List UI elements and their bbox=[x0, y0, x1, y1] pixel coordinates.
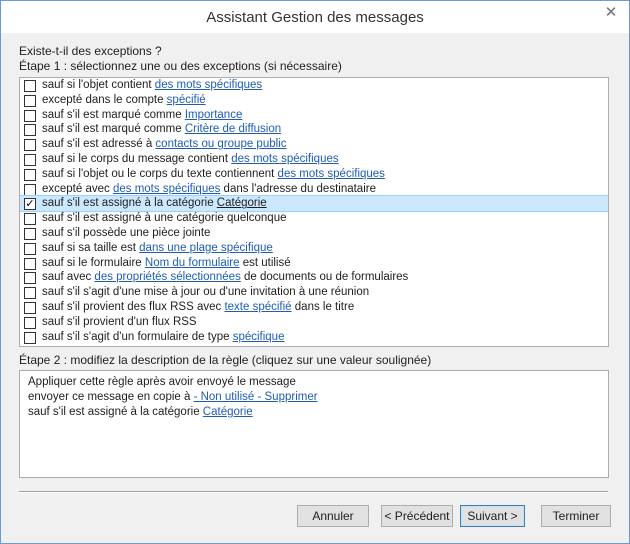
exception-checkbox[interactable] bbox=[24, 183, 36, 196]
exception-text: sauf s'il est marqué comme bbox=[42, 123, 185, 136]
exception-text-suffix: dans l'adresse du destinataire bbox=[220, 182, 376, 195]
exception-text: sauf si le corps du message contient bbox=[42, 152, 232, 165]
exception-row[interactable]: sauf s'il possède une pièce jointe bbox=[20, 226, 608, 241]
exception-row[interactable]: sauf si sa taille est dans une plage spé… bbox=[20, 241, 608, 256]
exception-text: sauf s'il s'agit d'un formulaire de type bbox=[42, 330, 233, 343]
exception-checkbox[interactable] bbox=[24, 331, 36, 344]
exception-text: sauf s'il s'agit d'une mise à jour ou d'… bbox=[42, 286, 370, 299]
exception-text: sauf s'il possède une pièce jointe bbox=[42, 226, 211, 239]
exception-value-link[interactable]: dans une plage spécifique bbox=[139, 242, 273, 254]
exception-row[interactable]: sauf si l'objet contient des mots spécif… bbox=[20, 78, 608, 93]
exceptions-question: Existe-t-il des exceptions ? bbox=[19, 44, 162, 58]
exception-value-link[interactable]: spécifique bbox=[233, 331, 285, 343]
step1-label: Étape 1 : sélectionnez une ou des except… bbox=[19, 59, 342, 73]
exception-text-suffix: est utilisé bbox=[239, 256, 291, 269]
description-line-3: sauf s'il est assigné à la catégorie Cat… bbox=[28, 406, 253, 418]
exception-checkbox[interactable] bbox=[24, 257, 36, 270]
exception-text: sauf s'il est adressé à bbox=[42, 138, 156, 151]
rules-wizard-window: Assistant Gestion des messages ✕ Existe-… bbox=[0, 0, 630, 544]
exception-text: sauf s'il provient d'un flux RSS bbox=[42, 315, 197, 328]
step2-label: Étape 2 : modifiez la description de la … bbox=[19, 353, 432, 367]
exception-row[interactable]: sauf s'il s'agit d'un formulaire de type… bbox=[20, 330, 608, 345]
remove-cc-link[interactable]: - Non utilisé - Supprimer bbox=[194, 391, 318, 403]
exception-row[interactable]: excepté dans le compte spécifié bbox=[20, 93, 608, 108]
exception-text: sauf si sa taille est bbox=[42, 241, 140, 254]
exception-row[interactable]: sauf s'il est marqué comme Importance bbox=[20, 108, 608, 123]
exception-text: sauf avec bbox=[42, 271, 95, 284]
exception-value-link[interactable]: spécifié bbox=[167, 94, 206, 106]
exception-checkbox[interactable] bbox=[24, 168, 36, 181]
exceptions-list[interactable]: sauf si l'objet contient des mots spécif… bbox=[19, 77, 609, 347]
description-line-2-text: envoyer ce message en copie à bbox=[28, 391, 194, 403]
exception-text: sauf si le formulaire bbox=[42, 256, 145, 269]
exception-value-link[interactable]: des mots spécifiques bbox=[113, 183, 220, 195]
exception-checkbox[interactable] bbox=[24, 124, 36, 137]
rule-description-box: Appliquer cette règle après avoir envoyé… bbox=[19, 370, 609, 478]
exception-value-link[interactable]: Nom du formulaire bbox=[145, 257, 240, 269]
exception-row[interactable]: ✓ sauf s'il est assigné à la catégorie Ca… bbox=[20, 195, 608, 213]
finish-button[interactable]: Terminer bbox=[541, 505, 611, 527]
exception-value-link[interactable]: Importance bbox=[185, 109, 243, 121]
description-line-2: envoyer ce message en copie à - Non util… bbox=[28, 391, 318, 403]
exception-checkbox[interactable] bbox=[24, 272, 36, 285]
exception-checkbox[interactable] bbox=[24, 153, 36, 166]
close-icon[interactable]: ✕ bbox=[599, 3, 623, 23]
description-line-3-text: sauf s'il est assigné à la catégorie bbox=[28, 406, 203, 418]
category-link[interactable]: Catégorie bbox=[203, 406, 253, 418]
cancel-button[interactable]: Annuler bbox=[297, 505, 369, 527]
exception-text: sauf s'il provient des flux RSS avec bbox=[42, 300, 225, 313]
exception-checkbox[interactable] bbox=[24, 213, 36, 226]
exception-value-link[interactable]: des mots spécifiques bbox=[231, 153, 338, 165]
exception-checkbox[interactable] bbox=[24, 242, 36, 255]
exception-text: sauf si l'objet ou le corps du texte con… bbox=[42, 167, 278, 180]
exception-checkbox[interactable] bbox=[24, 301, 36, 314]
exception-row[interactable]: sauf s'il est adressé à contacts ou grou… bbox=[20, 137, 608, 152]
exception-row[interactable]: sauf avec des propriétés sélectionnées d… bbox=[20, 270, 608, 285]
description-line-1: Appliquer cette règle après avoir envoyé… bbox=[28, 376, 296, 388]
exception-text: sauf si l'objet contient bbox=[42, 79, 155, 91]
exception-row[interactable]: sauf s'il est marqué comme Critère de di… bbox=[20, 122, 608, 137]
exception-checkbox[interactable] bbox=[24, 287, 36, 300]
window-title: Assistant Gestion des messages bbox=[206, 9, 424, 26]
wizard-content: Existe-t-il des exceptions ? Étape 1 : s… bbox=[1, 33, 629, 543]
exception-text: sauf s'il est assigné à une catégorie qu… bbox=[42, 212, 287, 225]
title-bar: Assistant Gestion des messages ✕ bbox=[1, 1, 629, 33]
exception-checkbox[interactable]: ✓ bbox=[24, 198, 36, 211]
exception-value-link[interactable]: texte spécifié bbox=[224, 301, 291, 313]
exception-text: excepté dans le compte bbox=[42, 93, 167, 106]
exception-row[interactable]: sauf s'il s'agit d'une mise à jour ou d'… bbox=[20, 285, 608, 300]
exception-checkbox[interactable] bbox=[24, 94, 36, 107]
exception-value-link[interactable]: des mots spécifiques bbox=[278, 168, 385, 180]
exception-value-link[interactable]: Catégorie bbox=[217, 197, 267, 209]
exception-row[interactable]: sauf si l'objet ou le corps du texte con… bbox=[20, 167, 608, 182]
exception-row[interactable]: excepté avec des mots spécifiques dans l… bbox=[20, 182, 608, 197]
exception-value-link[interactable]: des mots spécifiques bbox=[155, 79, 262, 91]
exception-text-suffix: de documents ou de formulaires bbox=[240, 271, 409, 284]
footer-divider bbox=[19, 491, 608, 493]
exception-value-link[interactable]: contacts ou groupe public bbox=[155, 138, 286, 150]
exception-checkbox[interactable] bbox=[24, 227, 36, 240]
exception-row[interactable]: sauf si le corps du message contient des… bbox=[20, 152, 608, 167]
exception-checkbox[interactable] bbox=[24, 316, 36, 329]
exception-row[interactable]: sauf si le formulaire Nom du formulaire … bbox=[20, 256, 608, 271]
exception-checkbox[interactable] bbox=[24, 139, 36, 152]
exception-row[interactable]: sauf s'il est assigné à une catégorie qu… bbox=[20, 211, 608, 226]
exception-checkbox[interactable] bbox=[24, 109, 36, 122]
exception-row[interactable]: sauf s'il provient des flux RSS avec tex… bbox=[20, 300, 608, 315]
exception-row[interactable]: sauf s'il provient d'un flux RSS bbox=[20, 315, 608, 330]
back-button[interactable]: < Précédent bbox=[381, 505, 453, 527]
exception-text: sauf s'il est marqué comme bbox=[42, 108, 185, 121]
exception-text: excepté avec bbox=[42, 182, 113, 195]
next-button[interactable]: Suivant > bbox=[460, 505, 525, 527]
exception-value-link[interactable]: Critère de diffusion bbox=[185, 123, 281, 135]
exception-value-link[interactable]: des propriétés sélectionnées bbox=[94, 271, 240, 283]
exception-checkbox[interactable] bbox=[24, 80, 36, 92]
exception-text-suffix: dans le titre bbox=[291, 300, 355, 313]
exception-text: sauf s'il est assigné à la catégorie bbox=[42, 197, 217, 210]
